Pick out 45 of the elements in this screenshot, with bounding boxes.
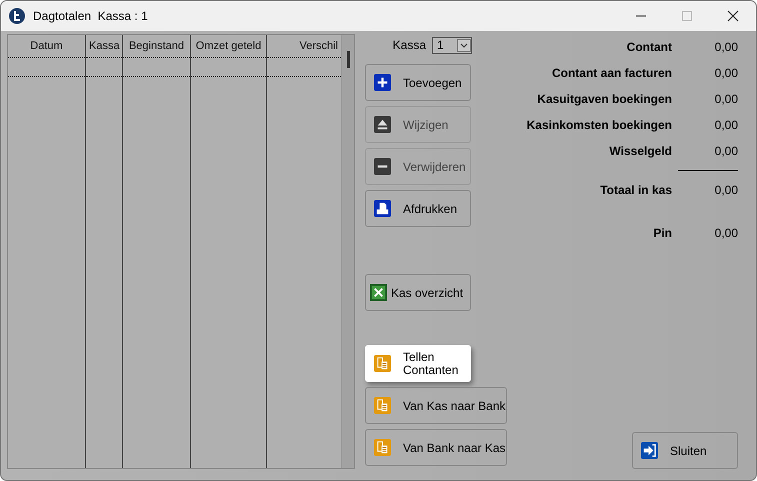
column-header[interactable]: Kassa — [86, 35, 122, 57]
total-label: Totaal in kas — [600, 183, 672, 197]
scrollbar[interactable] — [341, 35, 354, 468]
column-header[interactable]: Omzet geteld — [191, 35, 266, 57]
total-value: 0,00 — [714, 144, 738, 158]
exit-icon — [641, 442, 658, 459]
total-value: 0,00 — [714, 66, 738, 80]
action-button[interactable]: Afdrukken — [365, 190, 471, 227]
total-value: 0,00 — [714, 183, 738, 197]
total-label: Contant aan facturen — [552, 66, 672, 80]
kassa-label: Kassa — [392, 38, 426, 52]
close-dialog-button[interactable]: Sluiten — [632, 432, 738, 469]
total-value: 0,00 — [714, 226, 738, 240]
action-button[interactable]: Van Kas naar Bank — [365, 387, 507, 424]
clipboard-icon — [374, 355, 391, 372]
clipboard-icon — [374, 397, 391, 414]
kassa-dropdown[interactable]: 1 — [432, 36, 472, 54]
focused-cell[interactable] — [8, 57, 85, 77]
action-button[interactable]: Kas overzicht — [365, 274, 471, 311]
focused-cell[interactable] — [86, 57, 122, 77]
close-icon[interactable] — [727, 10, 739, 22]
plus-icon — [374, 74, 391, 91]
printer-icon — [374, 200, 391, 217]
total-label: Wisselgeld — [609, 144, 672, 158]
focused-cell[interactable] — [123, 57, 190, 77]
clipboard-icon — [374, 439, 391, 456]
spreadsheet-icon — [370, 284, 387, 301]
column-header[interactable]: Verschil — [267, 35, 341, 57]
total-label: Kasinkomsten boekingen — [526, 118, 672, 132]
total-label: Pin — [653, 226, 672, 240]
action-button[interactable]: Tellen Contanten — [365, 345, 471, 382]
eject-icon — [374, 116, 391, 133]
window-title: Dagtotalen Kassa : 1 — [33, 9, 149, 23]
column-header[interactable]: Datum — [8, 35, 85, 57]
total-label: Contant — [626, 40, 672, 54]
total-value: 0,00 — [714, 92, 738, 106]
column-header[interactable]: Beginstand — [123, 35, 190, 57]
total-value: 0,00 — [714, 40, 738, 54]
app-logo-icon — [9, 8, 25, 24]
action-button[interactable]: Van Bank naar Kas — [365, 429, 507, 466]
total-value: 0,00 — [714, 118, 738, 132]
minus-icon — [374, 158, 391, 175]
total-label: Kasuitgaven boekingen — [537, 92, 672, 106]
focused-cell[interactable] — [191, 57, 266, 77]
action-button[interactable]: Toevoegen — [365, 64, 471, 101]
